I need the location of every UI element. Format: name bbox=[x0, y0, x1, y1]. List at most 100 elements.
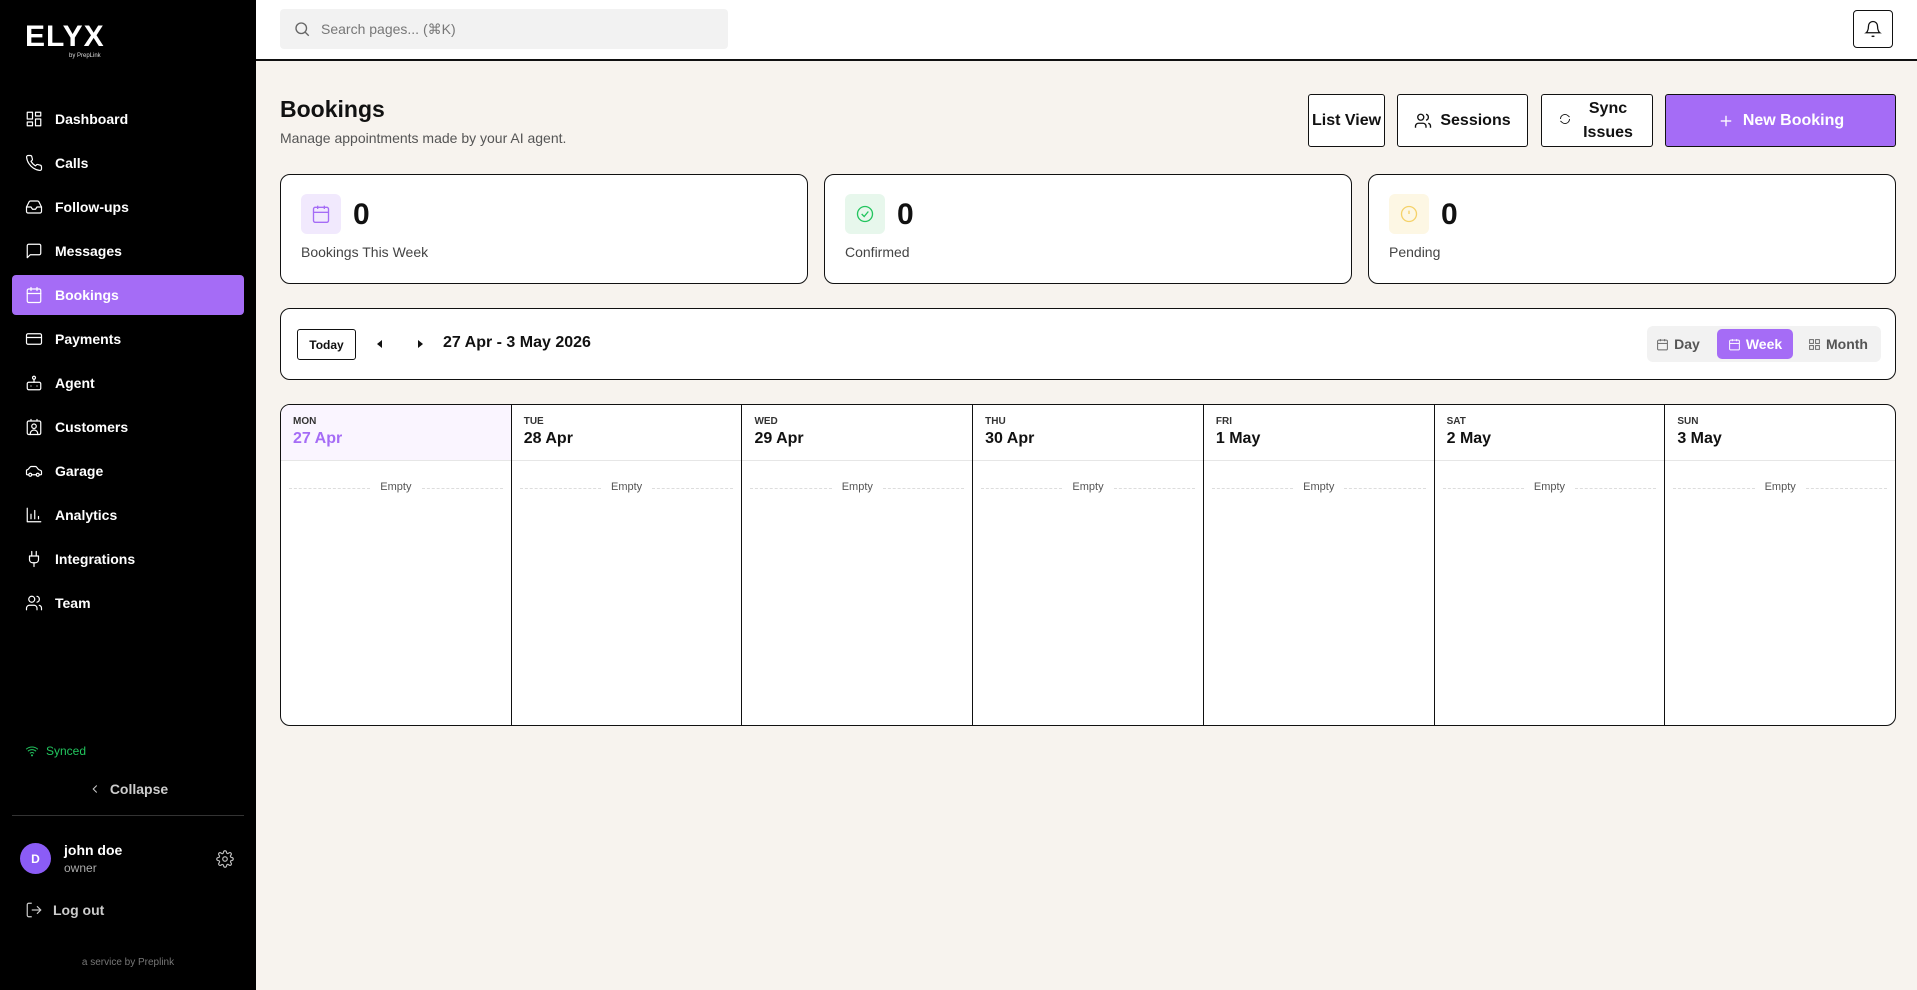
stat-card-bookings-week: 0 Bookings This Week bbox=[280, 174, 808, 284]
sidebar-item-analytics[interactable]: Analytics bbox=[12, 495, 244, 535]
stat-value: 0 bbox=[1441, 198, 1458, 231]
sidebar-item-integrations[interactable]: Integrations bbox=[12, 539, 244, 579]
day-header: TUE 28 Apr bbox=[511, 405, 742, 461]
sidebar-item-label: Analytics bbox=[55, 507, 118, 523]
caret-right-icon bbox=[418, 340, 423, 348]
service-footer: a service by Preplink bbox=[81, 957, 175, 968]
day-column-sun[interactable]: SUN 3 May Empty bbox=[1665, 405, 1895, 725]
sidebar-item-label: Agent bbox=[55, 375, 95, 391]
user-profile[interactable]: D john doe owner bbox=[20, 842, 240, 876]
sessions-label: Sessions bbox=[1440, 111, 1511, 129]
contact-icon bbox=[24, 417, 44, 437]
sync-status-label: Synced bbox=[46, 744, 87, 758]
check-circle-icon bbox=[845, 194, 885, 234]
sidebar-divider bbox=[12, 815, 244, 816]
page-subtitle: Manage appointments made by your AI agen… bbox=[280, 130, 567, 146]
day-column-thu[interactable]: THU 30 Apr Empty bbox=[973, 405, 1204, 725]
sidebar-item-label: Payments bbox=[55, 331, 122, 347]
search-input[interactable] bbox=[321, 21, 701, 37]
view-week-button[interactable]: Week bbox=[1717, 329, 1793, 359]
day-column-sat[interactable]: SAT 2 May Empty bbox=[1434, 405, 1666, 725]
gear-icon bbox=[216, 850, 234, 868]
sessions-button[interactable]: Sessions bbox=[1397, 94, 1528, 147]
sidebar-item-bookings[interactable]: Bookings bbox=[12, 275, 244, 315]
search-icon bbox=[295, 22, 310, 37]
refresh-icon bbox=[1559, 109, 1571, 133]
logout-label: Log out bbox=[53, 902, 105, 918]
today-button[interactable]: Today bbox=[297, 329, 356, 360]
sidebar-item-payments[interactable]: Payments bbox=[12, 319, 244, 359]
day-column-tue[interactable]: TUE 28 Apr Empty bbox=[511, 405, 743, 725]
sidebar-item-label: Calls bbox=[55, 155, 89, 171]
new-booking-button[interactable]: New Booking bbox=[1665, 94, 1896, 147]
plug-icon bbox=[24, 549, 44, 569]
sidebar-item-label: Customers bbox=[55, 419, 129, 435]
view-month-button[interactable]: Month bbox=[1799, 329, 1877, 359]
phone-icon bbox=[24, 153, 44, 173]
notifications-button[interactable] bbox=[1853, 10, 1893, 48]
card-icon bbox=[24, 329, 44, 349]
sidebar-item-label: Follow-ups bbox=[55, 199, 129, 215]
calendar-icon bbox=[24, 285, 44, 305]
collapse-button[interactable]: Collapse bbox=[0, 778, 256, 800]
sidebar-item-team[interactable]: Team bbox=[12, 583, 244, 623]
next-week-button[interactable] bbox=[410, 334, 430, 354]
day-name: SUN bbox=[1677, 416, 1699, 427]
day-column-mon[interactable]: MON 27 Apr Empty bbox=[281, 405, 512, 725]
day-header: SAT 2 May bbox=[1434, 405, 1665, 461]
day-name: THU bbox=[985, 416, 1006, 427]
sidebar-item-follow-ups[interactable]: Follow-ups bbox=[12, 187, 244, 227]
sidebar-item-customers[interactable]: Customers bbox=[12, 407, 244, 447]
stat-label: Pending bbox=[1389, 244, 1441, 260]
calendar-icon bbox=[301, 194, 341, 234]
day-header: WED 29 Apr bbox=[742, 405, 973, 461]
day-name: MON bbox=[293, 416, 317, 427]
day-date: 29 Apr bbox=[754, 430, 804, 447]
stat-value: 0 bbox=[897, 198, 914, 231]
day-empty: Empty bbox=[981, 481, 1195, 493]
list-view-button[interactable]: List View bbox=[1308, 94, 1385, 147]
day-name: TUE bbox=[523, 416, 544, 427]
sidebar-item-calls[interactable]: Calls bbox=[12, 143, 244, 183]
previous-week-button[interactable] bbox=[370, 334, 390, 354]
view-day-label: Day bbox=[1674, 336, 1700, 352]
settings-button[interactable] bbox=[216, 850, 234, 868]
sidebar-item-label: Team bbox=[55, 595, 91, 611]
day-empty: Empty bbox=[750, 481, 964, 493]
day-empty: Empty bbox=[1442, 481, 1657, 493]
day-column-fri[interactable]: FRI 1 May Empty bbox=[1203, 405, 1435, 725]
view-day-button[interactable]: Day bbox=[1653, 329, 1703, 359]
stat-card-confirmed: 0 Confirmed bbox=[824, 174, 1352, 284]
week-grid: MON 27 Apr Empty TUE 28 Apr Empty WED 29… bbox=[280, 404, 1896, 726]
sidebar-item-label: Dashboard bbox=[55, 111, 129, 127]
sidebar-item-messages[interactable]: Messages bbox=[12, 231, 244, 271]
sidebar-item-agent[interactable]: Agent bbox=[12, 363, 244, 403]
day-date: 3 May bbox=[1677, 430, 1722, 447]
sync-status: Synced bbox=[25, 744, 86, 758]
view-week-label: Week bbox=[1745, 336, 1783, 352]
dashboard-icon bbox=[24, 109, 44, 129]
bell-icon bbox=[1864, 20, 1882, 38]
day-empty: Empty bbox=[289, 481, 503, 493]
day-header: SUN 3 May bbox=[1665, 405, 1895, 461]
brand-logo[interactable]: ELYX by PrepLink bbox=[25, 22, 105, 60]
day-empty: Empty bbox=[1673, 481, 1887, 493]
user-role: owner bbox=[64, 861, 97, 875]
day-date: 30 Apr bbox=[985, 430, 1035, 447]
sidebar-item-dashboard[interactable]: Dashboard bbox=[12, 99, 244, 139]
chevron-left-icon bbox=[92, 785, 97, 793]
calendar-toolbar: Today 27 Apr - 3 May 2026 Day Week Month bbox=[280, 308, 1896, 380]
logout-button[interactable]: Log out bbox=[25, 901, 104, 919]
sync-issues-button[interactable]: Sync Issues bbox=[1541, 94, 1653, 147]
view-switcher: Day Week Month bbox=[1647, 326, 1881, 362]
collapse-label: Collapse bbox=[109, 781, 169, 797]
day-column-wed[interactable]: WED 29 Apr Empty bbox=[742, 405, 974, 725]
day-name: FRI bbox=[1215, 416, 1232, 427]
sidebar-item-label: Garage bbox=[55, 463, 104, 479]
brand-sub: by PrepLink bbox=[69, 53, 101, 59]
search-bar[interactable] bbox=[280, 9, 728, 49]
inbox-icon bbox=[24, 197, 44, 217]
sidebar-item-garage[interactable]: Garage bbox=[12, 451, 244, 491]
sidebar: ELYX by PrepLink Dashboard Calls Follow-… bbox=[0, 0, 256, 990]
day-date: 28 Apr bbox=[523, 430, 573, 447]
